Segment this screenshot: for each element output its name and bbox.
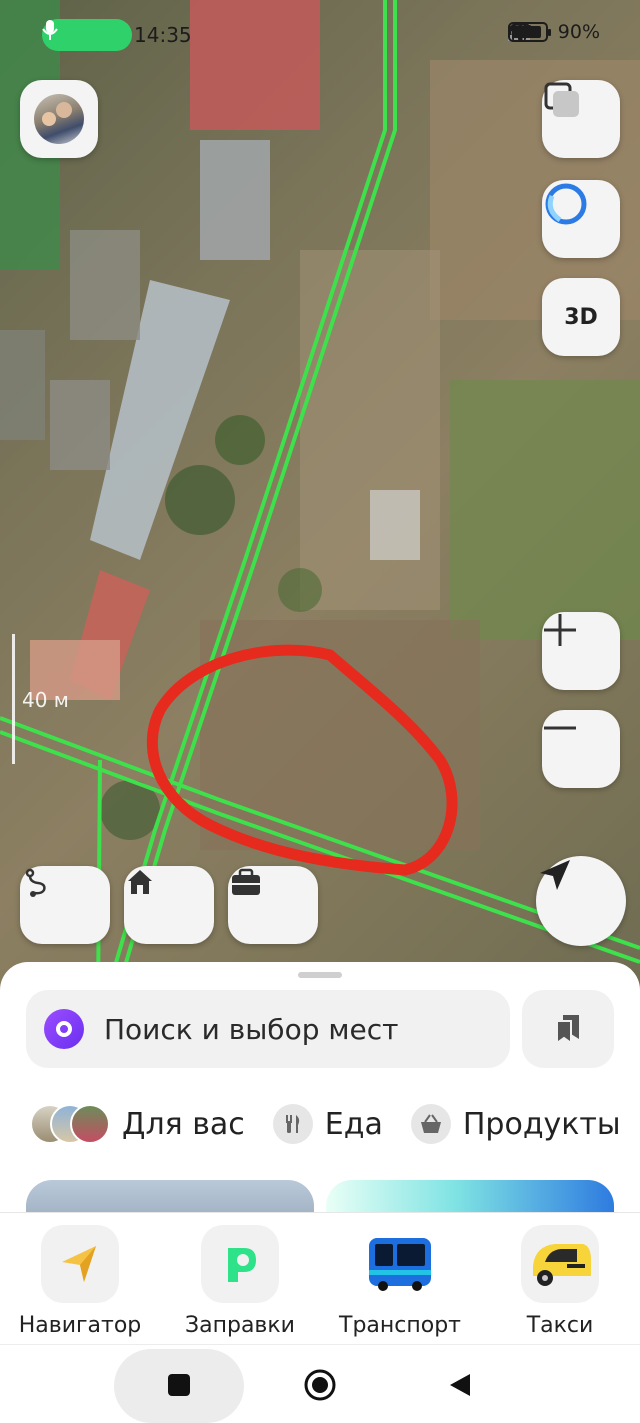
home-circle-icon — [304, 1369, 336, 1401]
recents-icon — [168, 1374, 190, 1396]
profile-avatar-button[interactable] — [20, 80, 98, 158]
minus-icon — [544, 726, 576, 730]
briefcase-icon — [232, 868, 260, 895]
tab-transport[interactable]: Транспорт — [325, 1225, 475, 1338]
taxi-car-icon — [521, 1225, 599, 1303]
status-bar: 14:35 R 90% — [0, 0, 640, 68]
layers-icon — [544, 82, 579, 117]
search-input[interactable]: Поиск и выбор мест — [26, 990, 510, 1068]
status-time: 14:35 — [134, 23, 192, 47]
category-chips: Для вас Еда Продукты — [30, 1104, 635, 1144]
category-label: Для вас — [122, 1106, 245, 1142]
layers-button[interactable] — [542, 80, 620, 158]
home-place-button[interactable] — [124, 866, 214, 944]
tab-label: Заправки — [185, 1313, 295, 1338]
map-scale-bar — [12, 634, 15, 764]
services-bar: Навигатор Заправки Транспорт Такси — [0, 1212, 640, 1348]
bus-icon — [361, 1225, 439, 1303]
recents-button[interactable] — [161, 1367, 197, 1403]
bookmarks-icon — [556, 1015, 579, 1045]
route-button[interactable] — [20, 866, 110, 944]
3d-toggle-button[interactable]: 3D — [542, 278, 620, 356]
back-button[interactable] — [442, 1367, 478, 1403]
tab-label: Навигатор — [18, 1313, 142, 1338]
navigator-arrow-icon — [41, 1225, 119, 1303]
map-imagery — [0, 0, 640, 1000]
bookmarks-button[interactable] — [522, 990, 614, 1068]
search-placeholder: Поиск и выбор мест — [104, 1012, 399, 1046]
category-food[interactable]: Еда — [272, 1104, 383, 1144]
tab-navigator[interactable]: Навигатор — [5, 1225, 155, 1338]
avatar — [34, 94, 84, 144]
navigation-arrow-icon — [540, 860, 570, 890]
zoom-out-button[interactable] — [542, 710, 620, 788]
mic-indicator[interactable] — [42, 19, 132, 51]
battery-icon — [507, 22, 551, 42]
alice-ring-icon — [545, 183, 587, 225]
route-icon — [25, 868, 46, 897]
home-icon — [128, 870, 152, 894]
category-label: Еда — [324, 1106, 383, 1142]
home-nav-button[interactable] — [302, 1367, 338, 1403]
photo-stack-icon — [30, 1104, 110, 1144]
tab-label: Транспорт — [339, 1313, 461, 1338]
mic-icon — [42, 20, 58, 40]
category-label: Продукты — [462, 1106, 621, 1142]
basket-icon — [410, 1104, 451, 1144]
back-icon — [450, 1374, 470, 1396]
status-icons: R 90% — [507, 21, 600, 43]
plus-icon — [544, 614, 576, 646]
tab-taxi[interactable]: Такси — [485, 1225, 635, 1338]
tab-label: Такси — [526, 1313, 594, 1338]
my-location-button[interactable] — [536, 856, 626, 946]
system-navigation-bar — [0, 1344, 640, 1423]
battery-percent: 90% — [557, 21, 600, 43]
tab-fuel[interactable]: Заправки — [165, 1225, 315, 1338]
alice-assistant-button[interactable] — [542, 180, 620, 258]
bottom-sheet[interactable]: Поиск и выбор мест Для вас Еда Продукты … — [0, 962, 640, 1423]
category-for-you[interactable]: Для вас — [30, 1104, 245, 1144]
fuel-p-icon — [201, 1225, 279, 1303]
zoom-in-button[interactable] — [542, 612, 620, 690]
work-place-button[interactable] — [228, 866, 318, 944]
map-scale-label: 40 м — [22, 688, 69, 712]
sheet-drag-handle[interactable] — [298, 972, 342, 978]
satellite-map[interactable]: 14:35 R 90% — [0, 0, 640, 1000]
category-groceries[interactable]: Продукты — [410, 1104, 621, 1144]
alice-icon[interactable] — [44, 1009, 84, 1049]
fork-knife-icon — [272, 1104, 313, 1144]
